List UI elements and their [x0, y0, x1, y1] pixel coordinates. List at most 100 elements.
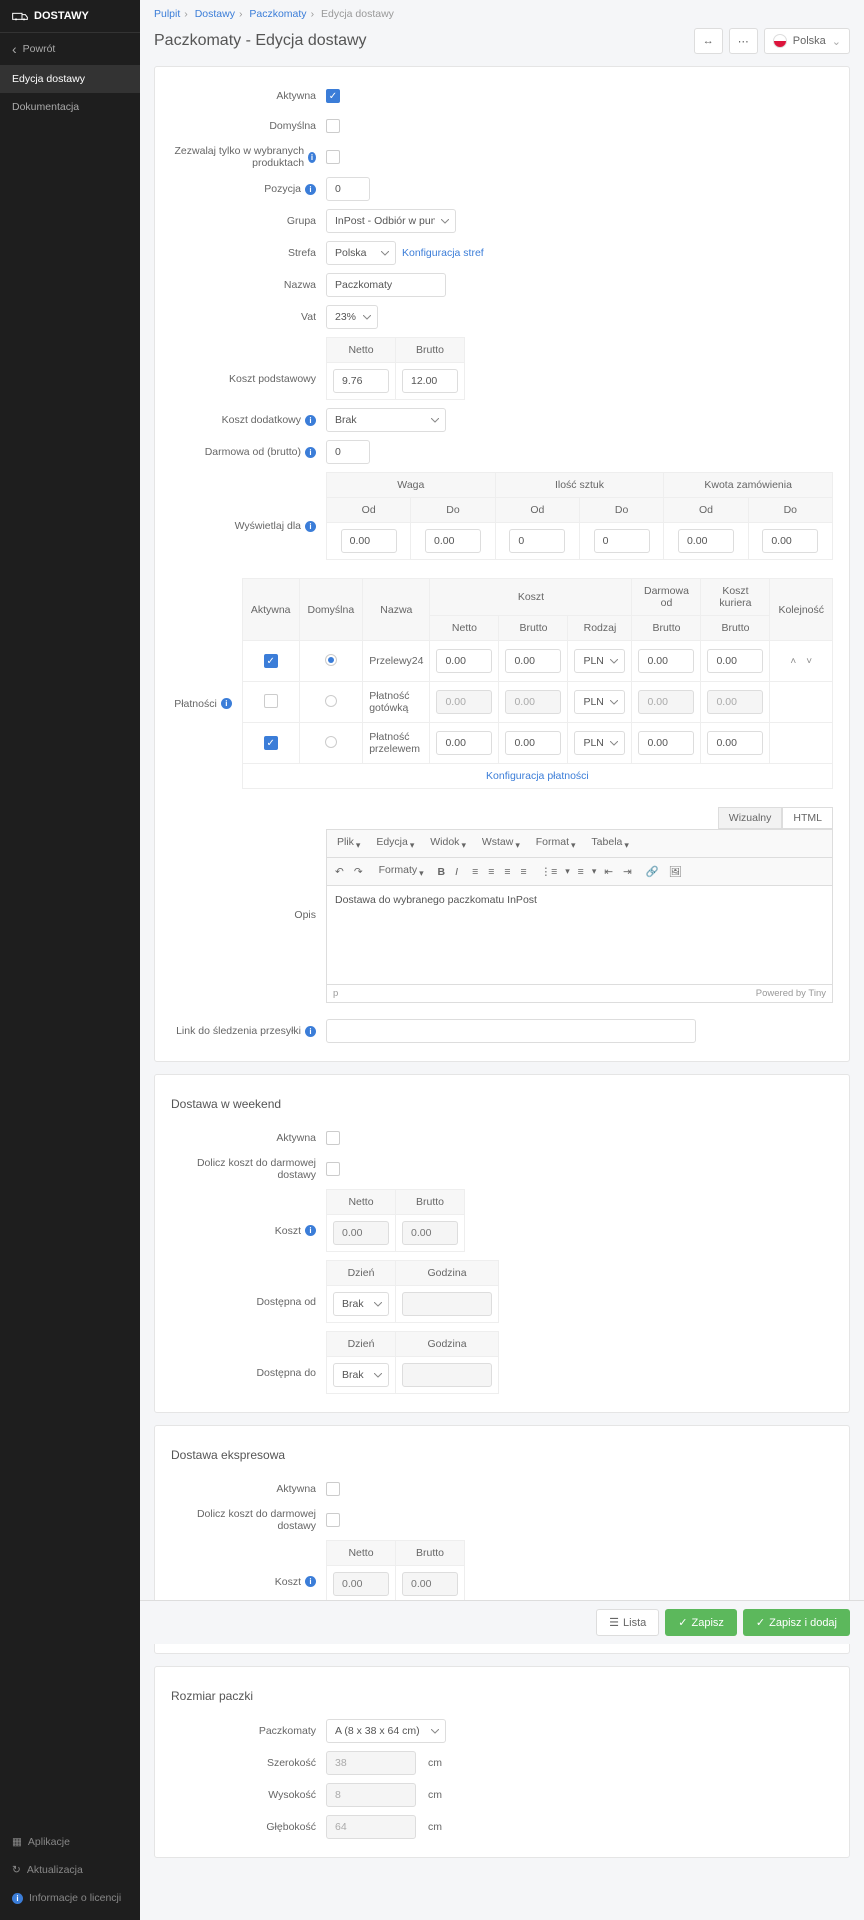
footer-bar: ☰Lista ✓Zapisz ✓Zapisz i dodaj: [140, 1600, 864, 1644]
indent-icon[interactable]: ⇥: [621, 864, 634, 880]
move-up-icon[interactable]: ˄: [790, 656, 796, 667]
select-koszt-dodatkowy[interactable]: Brak: [326, 408, 446, 432]
payment-active-checkbox[interactable]: [264, 654, 278, 668]
input-weekend-brutto: [402, 1221, 458, 1245]
country-select[interactable]: Polska⌄: [764, 28, 850, 54]
input-link-sledzenia[interactable]: [326, 1019, 696, 1043]
sidebar-item-docs[interactable]: Dokumentacja: [0, 93, 140, 121]
lista-button[interactable]: ☰Lista: [596, 1609, 659, 1636]
link-strefy[interactable]: Konfiguracja stref: [402, 247, 484, 259]
payment-active-checkbox[interactable]: [264, 694, 278, 708]
label-nazwa: Nazwa: [171, 279, 326, 291]
input-waga-do[interactable]: [425, 529, 481, 553]
refresh-icon: ↻: [12, 1864, 21, 1876]
editor-tab-html[interactable]: HTML: [782, 807, 833, 829]
number-list-icon[interactable]: ≡: [576, 864, 586, 880]
redo-icon[interactable]: ↷: [352, 864, 365, 880]
input-sztuk-od[interactable]: [509, 529, 565, 553]
label-grupa: Grupa: [171, 215, 326, 227]
zapisz-button[interactable]: ✓Zapisz: [665, 1609, 737, 1636]
sidebar-apps[interactable]: ▦Aplikacje: [0, 1828, 140, 1856]
input-od-godzina: [402, 1292, 492, 1316]
breadcrumb-link[interactable]: Pulpit: [154, 8, 180, 20]
undo-icon[interactable]: ↶: [333, 864, 346, 880]
payment-courier-input[interactable]: [707, 731, 763, 755]
input-sztuk-do[interactable]: [594, 529, 650, 553]
align-justify-icon[interactable]: ≡: [518, 864, 528, 880]
menu-view[interactable]: Widok▾: [426, 834, 468, 853]
label-domyslna: Domyślna: [171, 120, 326, 132]
info-icon: i: [221, 698, 232, 709]
input-kwota-do[interactable]: [762, 529, 818, 553]
label-vat: Vat: [171, 311, 326, 323]
payment-type-select[interactable]: PLN: [574, 690, 625, 714]
checkbox-express-dolicz[interactable]: [326, 1513, 340, 1527]
sidebar-license[interactable]: iInformacje o licencji: [0, 1884, 140, 1912]
editor-content[interactable]: Dostawa do wybranego paczkomatu InPost: [326, 885, 833, 985]
outdent-icon[interactable]: ⇤: [602, 864, 615, 880]
input-nazwa[interactable]: [326, 273, 446, 297]
sidebar-back[interactable]: Powrót: [0, 33, 140, 65]
payment-type-select[interactable]: PLN: [574, 731, 625, 755]
payment-courier-input[interactable]: [707, 649, 763, 673]
info-icon: i: [308, 152, 316, 163]
label-link-sledzenia: Link do śledzenia przesyłkii: [171, 1025, 326, 1037]
payment-brutto-input[interactable]: [505, 649, 561, 673]
breadcrumb-link[interactable]: Dostawy: [195, 8, 235, 20]
input-waga-od[interactable]: [341, 529, 397, 553]
menu-table[interactable]: Tabela▾: [587, 834, 630, 853]
payment-free-input[interactable]: [638, 731, 694, 755]
checkbox-express-aktywna[interactable]: [326, 1482, 340, 1496]
input-koszt-brutto[interactable]: [402, 369, 458, 393]
select-strefa[interactable]: Polska: [326, 241, 396, 265]
payment-default-radio[interactable]: [325, 654, 337, 666]
info-icon: i: [12, 1893, 23, 1904]
link-icon[interactable]: 🔗: [644, 863, 661, 880]
editor-tab-visual[interactable]: Wizualny: [718, 807, 783, 829]
payment-netto-input[interactable]: [436, 731, 492, 755]
align-center-icon[interactable]: ≡: [486, 864, 496, 880]
menu-edit[interactable]: Edycja▾: [372, 834, 416, 853]
bullet-list-icon[interactable]: ⋮≡: [539, 864, 560, 880]
label-weekend-aktywna: Aktywna: [171, 1132, 326, 1144]
input-darmowa-od[interactable]: [326, 440, 370, 464]
align-left-icon[interactable]: ≡: [470, 864, 480, 880]
zapisz-dodaj-button[interactable]: ✓Zapisz i dodaj: [743, 1609, 850, 1636]
sidebar-update[interactable]: ↻Aktualizacja: [0, 1856, 140, 1884]
select-grupa[interactable]: InPost - Odbiór w punkcie: [326, 209, 456, 233]
checkbox-weekend-dolicz[interactable]: [326, 1162, 340, 1176]
select-od-dzien[interactable]: Brak: [333, 1292, 389, 1316]
input-pozycja[interactable]: [326, 177, 370, 201]
bold-icon[interactable]: B: [436, 864, 448, 880]
checkbox-aktywna[interactable]: [326, 89, 340, 103]
payment-default-radio[interactable]: [325, 695, 337, 707]
checkbox-domyslna[interactable]: [326, 119, 340, 133]
expand-button[interactable]: ↔: [694, 28, 723, 54]
link-config-platnosci[interactable]: Konfiguracja płatności: [486, 770, 589, 782]
payment-free-input[interactable]: [638, 649, 694, 673]
select-size[interactable]: A (8 x 38 x 64 cm): [326, 1719, 446, 1743]
move-down-icon[interactable]: ˅: [806, 656, 812, 667]
menu-insert[interactable]: Wstaw▾: [478, 834, 522, 853]
formats-dropdown[interactable]: Formaty▾: [375, 862, 426, 881]
select-vat[interactable]: 23%: [326, 305, 378, 329]
menu-format[interactable]: Format▾: [532, 834, 578, 853]
payment-brutto-input[interactable]: [505, 731, 561, 755]
payment-default-radio[interactable]: [325, 736, 337, 748]
breadcrumb-link[interactable]: Paczkomaty: [249, 8, 306, 20]
input-koszt-netto[interactable]: [333, 369, 389, 393]
menu-file[interactable]: Plik▾: [333, 834, 362, 853]
image-icon[interactable]: 🖼: [667, 863, 684, 880]
checkbox-weekend-aktywna[interactable]: [326, 1131, 340, 1145]
sidebar-item-edit[interactable]: Edycja dostawy: [0, 65, 140, 93]
select-do-dzien[interactable]: Brak: [333, 1363, 389, 1387]
italic-icon[interactable]: I: [453, 864, 460, 880]
align-right-icon[interactable]: ≡: [502, 864, 512, 880]
editor-powered: Powered by Tiny: [756, 988, 826, 999]
payment-netto-input[interactable]: [436, 649, 492, 673]
input-kwota-od[interactable]: [678, 529, 734, 553]
more-button[interactable]: ⋯: [729, 28, 758, 54]
payment-type-select[interactable]: PLN: [574, 649, 625, 673]
checkbox-zezwalaj[interactable]: [326, 150, 340, 164]
payment-active-checkbox[interactable]: [264, 736, 278, 750]
